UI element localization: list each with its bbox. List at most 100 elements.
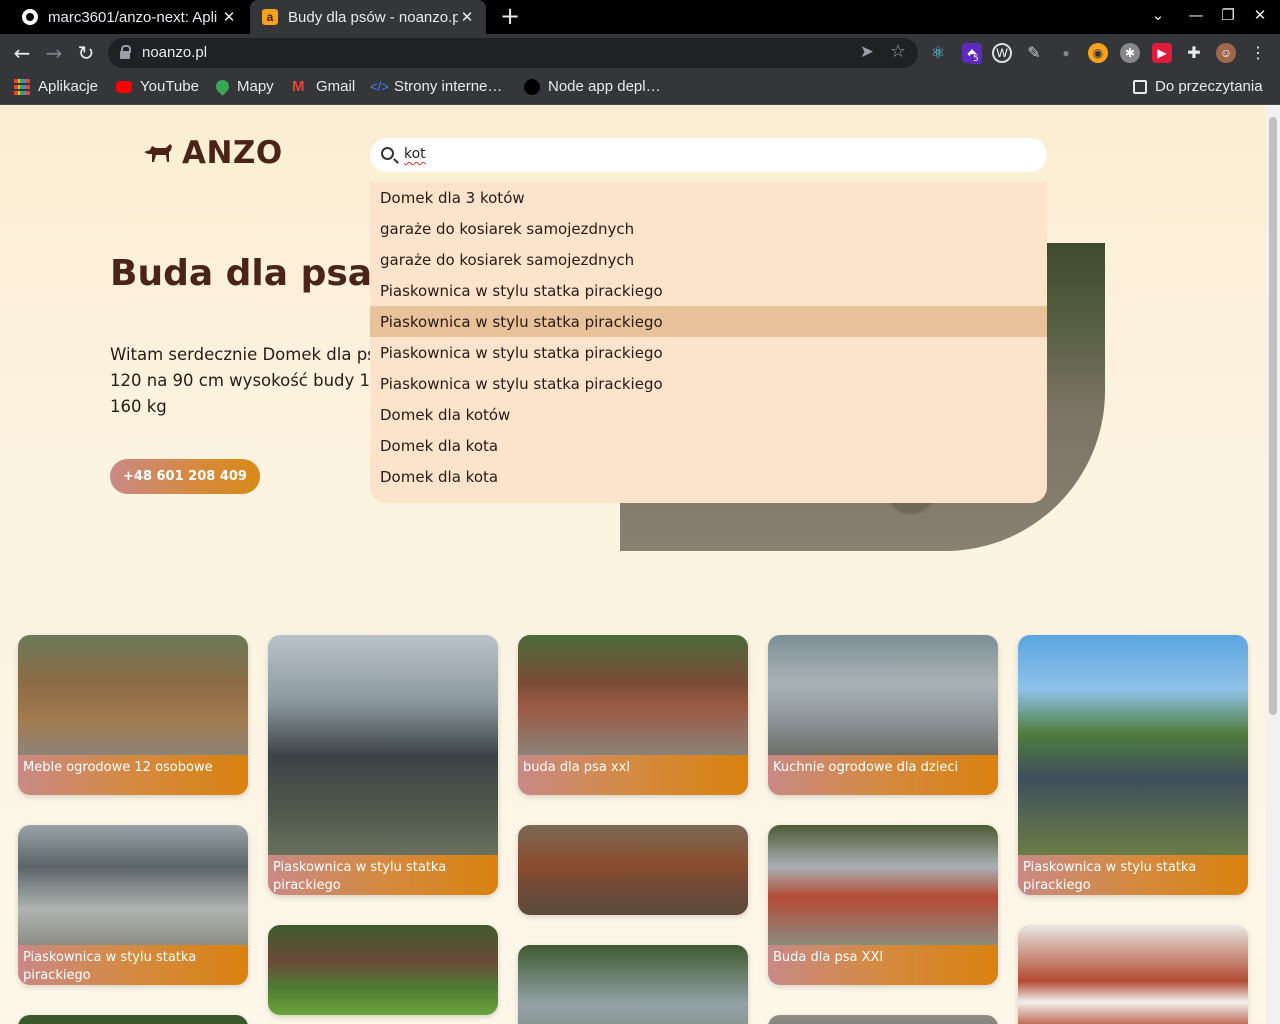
window-close-button[interactable]: ✕ (1248, 6, 1272, 24)
search-suggestion[interactable]: Domek dla kota (370, 461, 1047, 492)
menu-icon[interactable]: ⋮ (1248, 43, 1268, 63)
bookmark-apps[interactable]: Aplikacje (14, 78, 98, 95)
bookmarks-bar: Aplikacje YouTube Mapy M Gmail </> Stron… (0, 72, 1280, 105)
product-card[interactable]: Meble ogrodowe 12 osobowe (18, 635, 248, 795)
product-card[interactable] (1018, 925, 1248, 1024)
hero-description: Witam serdecznie Domek dla psa 120 na 90… (110, 342, 392, 420)
minimize-button[interactable]: — (1184, 6, 1208, 24)
pen-icon[interactable]: ✎ (1024, 43, 1044, 63)
search-suggestion[interactable]: Piaskownica w stylu statka pirackiego (370, 275, 1047, 306)
search-suggestion[interactable]: Piaskownica w stylu statka pirackiego (370, 368, 1047, 399)
product-label: Kuchnie ogrodowe dla dzieci (768, 755, 998, 795)
product-card[interactable] (768, 1015, 998, 1024)
tab-noanzo[interactable]: a Budy dla psów - noanzo.p ✕ (250, 0, 486, 34)
address-bar[interactable]: noanzo.pl ➤ ☆ (108, 38, 918, 68)
search-suggestion[interactable]: Piaskownica w stylu statka pirackiego (370, 337, 1047, 368)
scrollbar-thumb[interactable] (1269, 117, 1277, 715)
forward-button[interactable]: → (40, 39, 68, 67)
wappalyzer-icon[interactable]: W (992, 43, 1012, 63)
bookmark-label: Aplikacje (38, 78, 99, 95)
bookmark-label: Strony interne… (394, 78, 503, 95)
extension-badge: 5 (970, 54, 982, 64)
product-label: Meble ogrodowe 12 osobowe (18, 755, 248, 795)
product-label: Piaskownica w stylu statka pirackiego (18, 945, 248, 985)
product-card[interactable]: Buda dla psa XXI (768, 825, 998, 985)
bookmark-node-app[interactable]: Node app depl… (524, 78, 661, 95)
product-image (1018, 925, 1248, 1024)
page-viewport: ANZO Buda dla psa X Witam serdecznie Dom… (0, 105, 1266, 1024)
product-card[interactable] (18, 1015, 248, 1024)
hero-description-line: Witam serdecznie Domek dla psa (110, 345, 386, 364)
avatar[interactable]: ☺ (1216, 43, 1236, 63)
search-suggestions: Domek dla 3 kotów garaże do kosiarek samo… (370, 182, 1047, 503)
product-card[interactable]: Kuchnie ogrodowe dla dzieci (768, 635, 998, 795)
product-card[interactable]: Piaskownica w stylu statka pirackiego (268, 635, 498, 895)
gmail-icon: M (292, 77, 305, 95)
extensions-icon[interactable]: ✚ (1184, 43, 1204, 63)
bookmark-label: Gmail (316, 78, 356, 95)
product-card[interactable] (268, 925, 498, 1015)
search-suggestion[interactable]: Piaskownica w stylu statka pirackiego (370, 306, 1047, 337)
product-label: Piaskownica w stylu statka pirackiego (268, 855, 498, 895)
search-suggestion[interactable]: garaże do kosiarek samojezdnych (370, 213, 1047, 244)
product-card[interactable]: buda dla psa xxl (518, 635, 748, 795)
search-icon (381, 147, 394, 160)
close-icon[interactable]: ✕ (458, 8, 476, 26)
tab-strip: marc3601/anzo-next: Apli ✕ a Budy dla ps… (0, 0, 1280, 34)
restore-button[interactable]: ❐ (1216, 6, 1240, 24)
dropper-icon[interactable]: ● (1056, 43, 1076, 63)
product-label: buda dla psa xxl (518, 755, 748, 795)
product-image (518, 635, 748, 755)
page-scrollbar[interactable] (1266, 105, 1280, 1024)
hero-description-line: 120 na 90 cm wysokość budy 140 (110, 371, 392, 390)
bookmark-label: YouTube (140, 78, 199, 95)
tab-search-icon[interactable]: ⌄ (1146, 6, 1170, 24)
site-logo[interactable]: ANZO (142, 135, 283, 171)
product-card[interactable] (518, 825, 748, 915)
back-button[interactable]: ← (8, 39, 36, 67)
bookmark-label: Node app depl… (548, 78, 661, 95)
new-tab-button[interactable]: + (498, 4, 522, 28)
product-image (768, 825, 998, 945)
product-card[interactable] (518, 945, 748, 1024)
browser-toolbar: ← → ↻ noanzo.pl ➤ ☆ ⚛ ◆ 5 W ✎ ● ◉ ✱ ▶ ✚ … (0, 34, 1280, 72)
product-image (18, 825, 248, 945)
search-suggestion[interactable]: Domek dla kotów (370, 399, 1047, 430)
product-image (268, 925, 498, 1015)
media-icon[interactable]: ▶ (1152, 43, 1172, 63)
phone-button[interactable]: +48 601 208 409 (110, 459, 260, 494)
search-input[interactable]: kot (404, 146, 426, 162)
bookmark-star-icon[interactable]: ☆ (890, 41, 906, 62)
search-suggestion[interactable]: Domek dla 3 kotów (370, 182, 1047, 213)
product-card[interactable]: Piaskownica w stylu statka pirackiego (1018, 635, 1248, 895)
product-image (18, 1015, 248, 1024)
product-image (768, 635, 998, 755)
bookmark-maps[interactable]: Mapy (213, 77, 274, 96)
send-tab-icon[interactable]: ➤ (860, 42, 874, 62)
reload-button[interactable]: ↻ (72, 39, 100, 67)
react-devtools-icon[interactable]: ⚛ (928, 43, 948, 63)
tab-title: Budy dla psów - noanzo.p (288, 8, 458, 26)
product-image (1018, 635, 1248, 855)
bookmark-strony[interactable]: </> Strony interne… (370, 78, 502, 95)
url-text[interactable]: noanzo.pl (142, 44, 207, 61)
product-card[interactable]: Piaskownica w stylu statka pirackiego (18, 825, 248, 985)
dog-logo-icon (144, 144, 172, 162)
tab-github[interactable]: marc3601/anzo-next: Apli ✕ (10, 0, 248, 34)
search-suggestion[interactable]: garaże do kosiarek samojezdnych (370, 244, 1047, 275)
bookmark-gmail[interactable]: M Gmail (292, 78, 355, 95)
product-label: Buda dla psa XXI (768, 945, 998, 985)
code-icon: </> (370, 78, 389, 94)
search-bar[interactable]: kot (370, 138, 1047, 172)
search-suggestion[interactable]: Domek dla kota (370, 430, 1047, 461)
lock-icon[interactable] (120, 45, 131, 59)
product-image (268, 635, 498, 855)
close-icon[interactable]: ✕ (220, 8, 238, 26)
bookmark-youtube[interactable]: YouTube (116, 78, 199, 95)
reading-list[interactable]: Do przeczytania (1133, 78, 1263, 95)
reading-list-icon (1133, 79, 1147, 94)
owl-icon[interactable]: ◉ (1088, 43, 1108, 63)
github-icon (524, 78, 540, 95)
maps-icon (213, 77, 232, 96)
globe-icon[interactable]: ✱ (1120, 43, 1140, 63)
